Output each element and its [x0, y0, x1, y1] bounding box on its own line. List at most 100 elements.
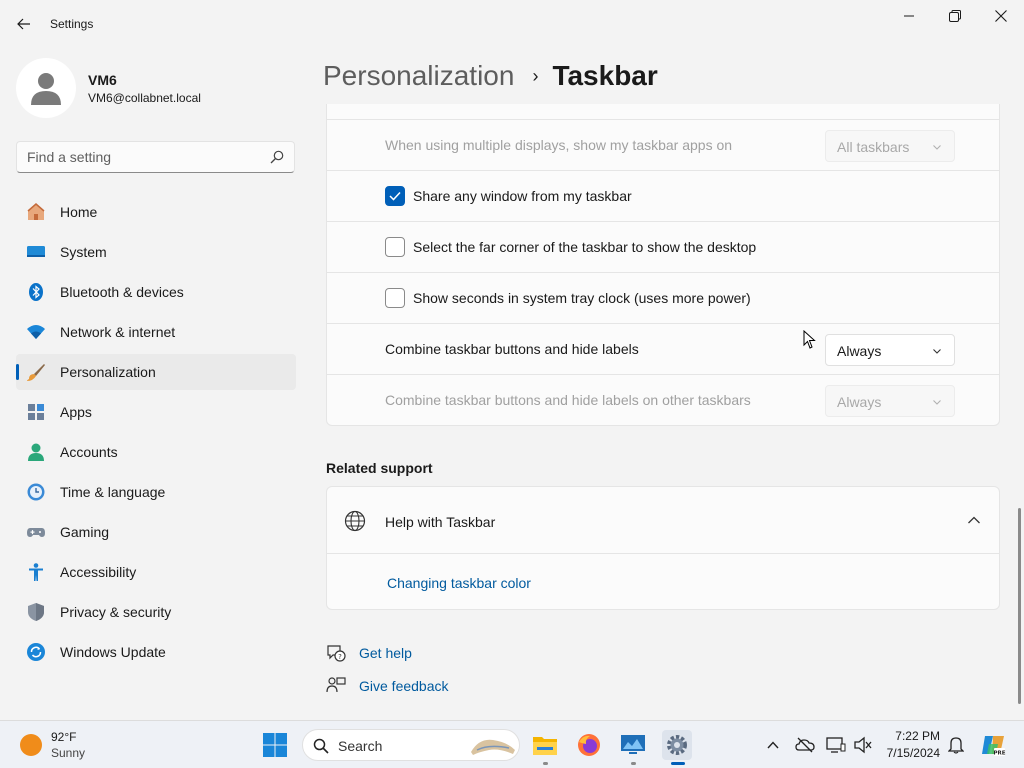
- page-title: Taskbar: [552, 60, 658, 91]
- brush-icon: [26, 362, 46, 382]
- sidebar-item-network[interactable]: Network & internet: [16, 314, 296, 350]
- sidebar-item-system[interactable]: System: [16, 234, 296, 270]
- help-card-header[interactable]: Help with Taskbar: [327, 487, 999, 554]
- accessibility-icon: [26, 562, 46, 582]
- chevron-up-icon: [767, 741, 779, 749]
- taskbar-search-label: Search: [338, 738, 383, 754]
- taskbar-file-explorer[interactable]: [530, 730, 560, 765]
- windows-start-icon[interactable]: [262, 732, 288, 758]
- chevron-down-icon: [933, 400, 941, 405]
- sidebar-item-windows-update[interactable]: Windows Update: [16, 634, 296, 670]
- get-help-link[interactable]: ? Get help: [326, 642, 412, 664]
- clock-time: 7:22 PM: [895, 729, 940, 743]
- combine-buttons-label: Combine taskbar buttons and hide labels: [385, 341, 639, 357]
- sidebar-item-label: Accounts: [60, 444, 118, 460]
- running-indicator: [543, 762, 548, 765]
- user-profile[interactable]: VM6 VM6@collabnet.local: [16, 58, 296, 118]
- copilot-button[interactable]: PRE: [980, 732, 1006, 758]
- combine-other-dropdown[interactable]: Always: [825, 385, 955, 417]
- related-support-heading: Related support: [326, 460, 433, 476]
- sidebar-item-label: Gaming: [60, 524, 110, 540]
- shield-icon: [26, 602, 46, 622]
- multi-display-dropdown[interactable]: All taskbars: [825, 130, 955, 162]
- active-indicator: [671, 762, 685, 765]
- sidebar-item-label: Network & internet: [60, 324, 176, 340]
- get-help-icon: ?: [327, 645, 346, 662]
- help-card-title: Help with Taskbar: [385, 514, 496, 530]
- sidebar-item-label: Personalization: [60, 364, 156, 380]
- feedback-icon: [326, 677, 346, 693]
- clock-date: 7/15/2024: [886, 746, 940, 760]
- search-input[interactable]: [27, 142, 267, 172]
- sidebar-item-label: Time & language: [60, 484, 166, 500]
- give-feedback-link[interactable]: Give feedback: [326, 675, 449, 697]
- user-name: VM6: [88, 72, 117, 88]
- globe-icon: [344, 510, 366, 532]
- update-icon: [26, 642, 46, 662]
- settings-gear-icon: [667, 735, 687, 755]
- far-corner-checkbox[interactable]: [385, 237, 405, 257]
- chevron-down-icon: [933, 145, 941, 150]
- tray-display[interactable]: [826, 735, 846, 755]
- combine-other-row: Combine taskbar buttons and hide labels …: [327, 374, 999, 425]
- minimize-button[interactable]: [886, 2, 932, 30]
- title-bar: Settings: [0, 0, 1024, 48]
- notifications-button[interactable]: [946, 735, 966, 755]
- show-hidden-icons-button[interactable]: [763, 735, 783, 755]
- sidebar-item-apps[interactable]: Apps: [16, 394, 296, 430]
- search-icon[interactable]: [270, 150, 284, 164]
- share-window-checkbox[interactable]: [385, 186, 405, 206]
- show-seconds-checkbox[interactable]: [385, 288, 405, 308]
- settings-search-box[interactable]: [16, 141, 295, 173]
- taskbar-firefox[interactable]: [574, 730, 604, 760]
- taskbar-remote-desktop[interactable]: [618, 730, 648, 765]
- close-button[interactable]: [978, 2, 1024, 30]
- sidebar-item-time-language[interactable]: Time & language: [16, 474, 296, 510]
- user-avatar-icon: [31, 73, 61, 105]
- file-explorer-icon: [533, 737, 557, 755]
- give-feedback-label: Give feedback: [359, 678, 449, 694]
- back-arrow-icon: [17, 18, 30, 30]
- apps-icon: [26, 402, 46, 422]
- breadcrumb-parent[interactable]: Personalization: [323, 60, 514, 92]
- back-button[interactable]: [10, 10, 38, 38]
- breadcrumb: Personalization › Taskbar: [323, 58, 658, 94]
- taskbar-search-box[interactable]: Search: [302, 729, 520, 761]
- onedrive-offline-icon: [795, 737, 815, 753]
- sidebar-item-label: Apps: [60, 404, 92, 420]
- gamepad-icon: [26, 522, 46, 542]
- remote-desktop-icon: [621, 735, 645, 754]
- sidebar-item-personalization[interactable]: Personalization: [16, 354, 296, 390]
- scrollbar-thumb[interactable]: [1018, 508, 1021, 704]
- sidebar-item-accessibility[interactable]: Accessibility: [16, 554, 296, 590]
- chevron-up-icon[interactable]: [967, 515, 981, 525]
- far-corner-row: Select the far corner of the taskbar to …: [327, 221, 999, 272]
- windows-taskbar: 92°F Sunny Search 7:22 PM 7/15/2024 PRE: [0, 720, 1024, 768]
- weather-temperature: 92°F: [51, 730, 77, 744]
- app-title: Settings: [50, 17, 94, 31]
- changing-taskbar-color-link[interactable]: Changing taskbar color: [387, 575, 531, 591]
- sidebar-item-accounts[interactable]: Accounts: [16, 434, 296, 470]
- combine-other-label: Combine taskbar buttons and hide labels …: [385, 392, 751, 408]
- user-email: VM6@collabnet.local: [88, 91, 201, 105]
- sidebar-nav: Home System Bluetooth & devices Network …: [16, 194, 296, 674]
- sidebar-item-privacy-security[interactable]: Privacy & security: [16, 594, 296, 630]
- multi-display-row: When using multiple displays, show my ta…: [327, 119, 999, 170]
- breadcrumb-separator: ›: [532, 65, 539, 86]
- copilot-icon: PRE: [982, 736, 1006, 757]
- sidebar-item-label: System: [60, 244, 107, 260]
- restore-button[interactable]: [932, 2, 978, 30]
- share-window-row: Share any window from my taskbar: [327, 170, 999, 221]
- tray-onedrive[interactable]: [795, 735, 815, 755]
- sidebar-item-gaming[interactable]: Gaming: [16, 514, 296, 550]
- mouse-cursor-icon: [803, 330, 816, 349]
- combine-buttons-row: Combine taskbar buttons and hide labels …: [327, 323, 999, 374]
- avatar: [16, 58, 76, 118]
- sidebar-item-bluetooth[interactable]: Bluetooth & devices: [16, 274, 296, 310]
- combine-buttons-dropdown[interactable]: Always: [825, 334, 955, 366]
- tray-volume[interactable]: [853, 735, 873, 755]
- sidebar-item-home[interactable]: Home: [16, 194, 296, 230]
- accounts-icon: [26, 442, 46, 462]
- taskbar-settings[interactable]: [662, 730, 692, 765]
- taskbar-behaviors-panel: When using multiple displays, show my ta…: [326, 104, 1000, 426]
